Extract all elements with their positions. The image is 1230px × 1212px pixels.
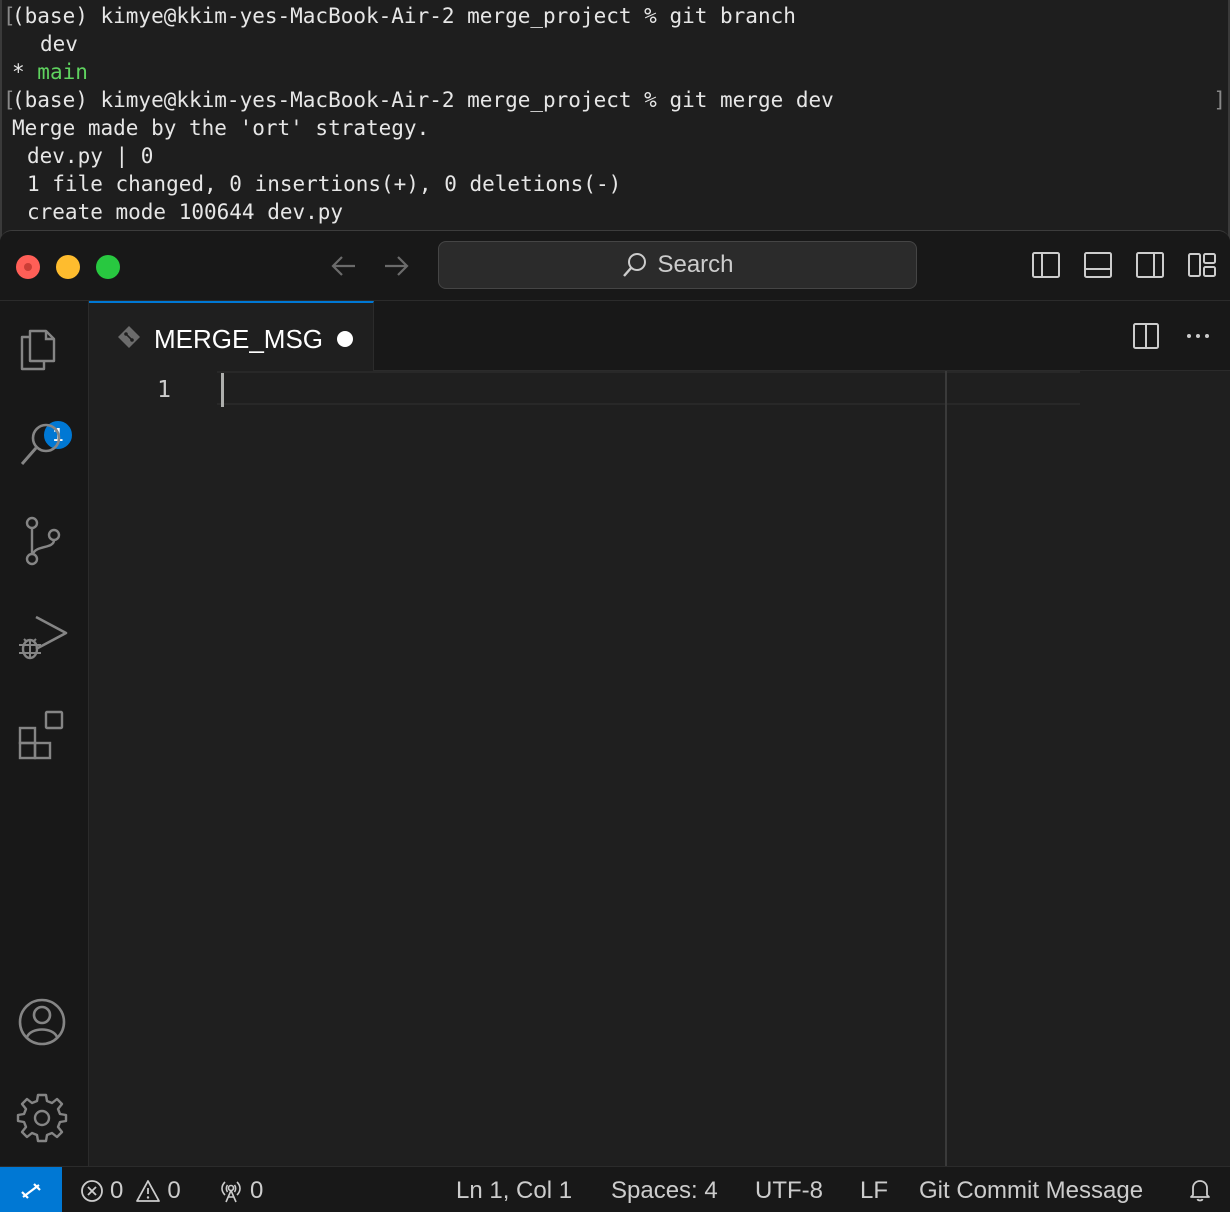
run-and-debug-icon[interactable] <box>16 611 68 663</box>
cursor-position-status[interactable]: Ln 1, Col 1 <box>456 1167 572 1212</box>
ports-status[interactable]: 0 <box>218 1167 263 1212</box>
broadcast-icon <box>221 1180 241 1202</box>
close-window-button[interactable] <box>16 255 40 279</box>
extensions-icon[interactable] <box>16 708 68 760</box>
encoding-status[interactable]: UTF-8 <box>755 1167 823 1212</box>
terminal-line-6: dev.py | 0 <box>27 144 154 168</box>
forward-arrow-icon[interactable] <box>379 249 413 283</box>
terminal-line-5: Merge made by the 'ort' strategy. <box>12 116 430 140</box>
warning-icon <box>136 1179 161 1202</box>
terminal-line-1: (base) kimye@kkim-yes-MacBook-Air-2 merg… <box>12 2 796 30</box>
explorer-files-icon[interactable] <box>16 321 68 373</box>
terminal-line-8: create mode 100644 dev.py <box>27 200 344 224</box>
current-branch-marker: * <box>12 60 38 84</box>
ports-count: 0 <box>250 1177 264 1204</box>
line-number: 1 <box>157 377 171 403</box>
terminal-command: git branch <box>669 4 796 28</box>
vscode-window: Search 1 MERGE_MSG 1 0 0 0 Ln 1, Col 1 S… <box>0 230 1230 1212</box>
search-icon <box>623 253 647 277</box>
language-mode-status[interactable]: Git Commit Message <box>919 1167 1143 1212</box>
problems-status[interactable]: 0 0 <box>80 1167 181 1212</box>
search-icon[interactable] <box>16 418 68 470</box>
terminal-line-4: (base) kimye@kkim-yes-MacBook-Air-2 merg… <box>12 86 834 114</box>
error-count: 0 <box>110 1177 124 1204</box>
maximize-window-button[interactable] <box>96 255 120 279</box>
activity-bar: 1 <box>0 301 89 1166</box>
remote-indicator-button[interactable] <box>0 1167 62 1212</box>
tab-merge-msg[interactable]: MERGE_MSG <box>89 301 374 371</box>
settings-gear-icon[interactable] <box>16 1091 68 1143</box>
toggle-secondary-sidebar-icon[interactable] <box>1135 250 1165 280</box>
back-arrow-icon[interactable] <box>327 249 361 283</box>
terminal-prompt: (base) kimye@kkim-yes-MacBook-Air-2 merg… <box>12 4 670 28</box>
customize-layout-icon[interactable] <box>1187 250 1217 280</box>
source-control-icon[interactable] <box>16 515 68 567</box>
toggle-primary-sidebar-icon[interactable] <box>1031 250 1061 280</box>
minimize-window-button[interactable] <box>56 255 80 279</box>
accounts-icon[interactable] <box>16 996 68 1048</box>
command-center-search[interactable]: Search <box>438 241 917 289</box>
terminal-window: [ (base) kimye@kkim-yes-MacBook-Air-2 me… <box>0 0 1230 240</box>
text-cursor <box>221 373 224 407</box>
current-line-highlight <box>217 371 1080 405</box>
more-actions-icon[interactable] <box>1183 321 1213 351</box>
terminal-command: git merge dev <box>669 88 834 112</box>
end-of-line-status[interactable]: LF <box>860 1167 888 1212</box>
toggle-panel-icon[interactable] <box>1083 250 1113 280</box>
editor-tab-bar: MERGE_MSG <box>89 301 1230 371</box>
terminal-line-2: dev <box>40 32 78 56</box>
git-file-icon <box>118 326 140 348</box>
editor-area[interactable]: 1 <box>89 371 1230 1166</box>
split-editor-icon[interactable] <box>1131 321 1161 351</box>
terminal-line-3: * main <box>12 58 88 86</box>
error-icon <box>81 1179 103 1202</box>
title-bar: Search <box>0 231 1230 301</box>
unsaved-changes-dot[interactable] <box>337 331 353 347</box>
remote-icon <box>21 1182 41 1199</box>
indentation-status[interactable]: Spaces: 4 <box>611 1167 718 1212</box>
terminal-mark: ] <box>1213 88 1226 112</box>
notifications-bell-icon[interactable] <box>1187 1177 1213 1203</box>
editor-ruler <box>945 371 947 1166</box>
status-bar: 0 0 0 Ln 1, Col 1 Spaces: 4 UTF-8 LF Git… <box>0 1166 1230 1212</box>
tab-label: MERGE_MSG <box>154 324 324 354</box>
terminal-line-7: 1 file changed, 0 insertions(+), 0 delet… <box>27 172 622 196</box>
search-label: Search <box>657 251 734 278</box>
terminal-prompt: (base) kimye@kkim-yes-MacBook-Air-2 merg… <box>12 88 670 112</box>
current-branch-name: main <box>37 60 88 84</box>
warning-count: 0 <box>167 1177 181 1204</box>
